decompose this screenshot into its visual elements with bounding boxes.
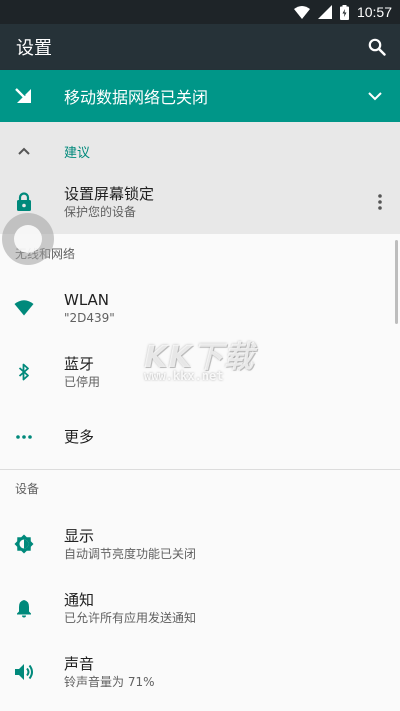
app-toolbar: 设置 <box>0 24 400 70</box>
battery-icon <box>339 4 349 20</box>
wifi-icon <box>293 5 310 19</box>
notifications-title: 通知 <box>64 590 95 609</box>
notifications-summary: 已允许所有应用发送通知 <box>64 610 197 625</box>
banner-text: 移动数据网络已关闭 <box>64 88 209 107</box>
notifications-item[interactable]: 通知 已允许所有应用发送通知 <box>0 576 400 640</box>
scrollbar[interactable] <box>395 240 398 324</box>
screen-lock-suggestion[interactable]: 设置屏幕锁定 保护您的设备 <box>0 178 400 226</box>
touch-indicator <box>2 213 54 265</box>
more-title: 更多 <box>64 427 95 446</box>
lock-icon <box>0 192 48 212</box>
status-bar: 10:57 <box>0 0 400 24</box>
suggestions-panel: 建议 设置屏幕锁定 保护您的设备 <box>0 122 400 234</box>
display-item[interactable]: 显示 自动调节亮度功能已关闭 <box>0 512 400 576</box>
sound-summary: 铃声音量为 71% <box>64 674 155 689</box>
display-title: 显示 <box>64 526 95 545</box>
bell-icon <box>0 599 48 618</box>
device-section-header: 设备 <box>15 482 40 496</box>
watermark-url: www.kkx.net <box>144 369 224 383</box>
brightness-icon <box>0 534 48 554</box>
sound-item[interactable]: 声音 铃声音量为 71% <box>0 640 400 704</box>
section-divider <box>0 469 400 470</box>
screen-lock-title: 设置屏幕锁定 <box>64 184 155 203</box>
more-horiz-icon <box>0 435 48 439</box>
chevron-down-icon[interactable] <box>350 91 400 101</box>
display-summary: 自动调节亮度功能已关闭 <box>64 546 197 561</box>
suggestions-collapse-row[interactable]: 建议 <box>0 132 400 170</box>
screen-lock-summary: 保护您的设备 <box>64 204 137 219</box>
mobile-data-off-icon <box>0 87 48 105</box>
signal-icon <box>317 5 332 19</box>
wifi-icon <box>0 300 48 316</box>
volume-icon <box>0 663 48 681</box>
more-vert-icon[interactable] <box>360 194 400 210</box>
wlan-summary: "2D439" <box>64 310 115 325</box>
search-icon <box>368 38 386 56</box>
sound-title: 声音 <box>64 654 95 673</box>
status-time: 10:57 <box>356 4 392 20</box>
watermark: KK下载 www.kkx.net <box>140 332 270 387</box>
more-item[interactable]: 更多 <box>0 405 400 469</box>
search-button[interactable] <box>354 24 400 70</box>
wlan-item[interactable]: WLAN "2D439" <box>0 276 400 340</box>
chevron-up-icon[interactable] <box>0 147 48 155</box>
mobile-data-banner[interactable]: 移动数据网络已关闭 <box>0 70 400 122</box>
bluetooth-icon <box>0 363 48 381</box>
suggestions-label: 建议 <box>64 145 91 161</box>
page-title: 设置 <box>16 38 52 59</box>
wlan-title: WLAN <box>64 290 110 309</box>
